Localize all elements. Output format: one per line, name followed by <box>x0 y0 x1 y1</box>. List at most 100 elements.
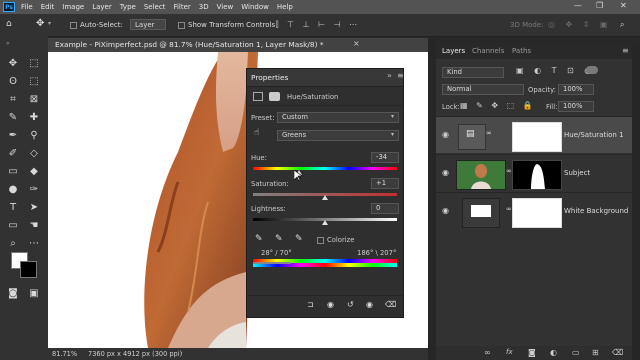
visibility-icon[interactable]: ◉ <box>366 300 373 309</box>
layer-filter-select[interactable]: Kind <box>442 67 504 78</box>
link-icon[interactable]: ∞ <box>486 129 492 137</box>
menu-image[interactable]: Image <box>62 3 84 11</box>
panel-menu-icon[interactable]: ≡ <box>622 46 629 55</box>
close-window-button[interactable]: ✕ <box>620 1 627 10</box>
status-menu-icon[interactable]: › <box>180 349 183 357</box>
visibility-eye-icon[interactable]: ◉ <box>442 206 449 215</box>
move-tool-icon[interactable]: ✥ <box>6 56 20 70</box>
new-layer-icon[interactable]: ⊞ <box>592 348 599 357</box>
artboard-tool-icon[interactable]: ⬚ <box>27 56 41 70</box>
opacity-input[interactable]: 100% <box>558 84 594 95</box>
hue-value-input[interactable]: -34 <box>371 152 399 163</box>
link-icon[interactable]: ∞ <box>506 167 512 175</box>
blur-tool-icon[interactable]: ◆ <box>27 164 41 178</box>
lightness-value-input[interactable]: 0 <box>371 203 399 214</box>
quick-mask-icon[interactable]: ◙ <box>6 286 20 300</box>
lasso-tool-icon[interactable]: ʘ <box>6 74 20 88</box>
subtract-from-sample-icon[interactable]: ✎ <box>295 234 303 244</box>
lightness-slider-thumb[interactable] <box>322 220 328 225</box>
screen-mode-icon[interactable]: ▣ <box>27 286 41 300</box>
clip-to-layer-icon[interactable]: ⊐ <box>307 300 314 309</box>
crop-tool-icon[interactable]: ⌗ <box>6 92 20 106</box>
type-tool-icon[interactable]: T <box>6 200 20 214</box>
link-layers-icon[interactable]: ∞ <box>484 348 491 357</box>
new-adjustment-icon[interactable]: ◐ <box>550 348 557 357</box>
photoshop-app-icon[interactable]: Ps <box>3 2 15 12</box>
layer-name[interactable]: Hue/Saturation 1 <box>564 131 624 139</box>
fx-icon[interactable]: fx <box>506 348 513 356</box>
zoom-level[interactable]: 81.71% <box>52 350 77 358</box>
lock-icons[interactable]: ▦ ✎ ✥ ⬚ 🔒 <box>460 101 536 110</box>
clone-stamp-icon[interactable]: ⚲ <box>27 128 41 142</box>
brush-tool-icon[interactable]: ✒ <box>6 128 20 142</box>
tab-channels[interactable]: Channels <box>472 47 504 55</box>
background-color-swatch[interactable] <box>20 261 37 278</box>
layer-mask-thumb[interactable] <box>512 122 562 152</box>
path-selection-icon[interactable]: ➤ <box>27 200 41 214</box>
add-to-sample-icon[interactable]: ✎ <box>275 234 283 244</box>
collapse-panel-icon[interactable]: » <box>387 71 392 80</box>
tab-paths[interactable]: Paths <box>512 47 531 55</box>
collapse-toolbar-icon[interactable]: » <box>6 40 10 47</box>
view-previous-icon[interactable]: ◉ <box>327 300 334 309</box>
search-icon[interactable]: ⌕ <box>620 20 624 30</box>
layer-filter-icons[interactable]: ▣ ◐ T ⊡ ◍ <box>516 66 595 75</box>
eyedropper-tool-icon[interactable]: ✎ <box>6 110 20 124</box>
menu-filter[interactable]: Filter <box>173 3 190 11</box>
channel-select[interactable]: Greens <box>277 130 399 141</box>
hand-tool-icon[interactable]: ☚ <box>27 218 41 232</box>
gradient-tool-icon[interactable]: ▭ <box>6 164 20 178</box>
eraser-tool-icon[interactable]: ◇ <box>27 146 41 160</box>
auto-select-checkbox[interactable] <box>70 22 77 29</box>
colorize-checkbox[interactable] <box>317 237 324 244</box>
saturation-slider-thumb[interactable] <box>322 195 328 200</box>
menu-type[interactable]: Type <box>120 3 136 11</box>
more-tools-icon[interactable]: ⋯ <box>27 236 41 250</box>
menu-select[interactable]: Select <box>144 3 166 11</box>
reset-icon[interactable]: ↺ <box>347 300 354 309</box>
eyedropper-icon[interactable]: ✎ <box>255 234 263 244</box>
tab-layers[interactable]: Layers <box>442 47 465 55</box>
close-document-icon[interactable]: × <box>353 39 360 48</box>
align-icons[interactable]: ⫿ ⊤ ⊥ ⊢ ⊣ ⋯ <box>276 20 360 30</box>
hue-slider-track[interactable] <box>253 167 397 170</box>
panel-menu-icon[interactable]: ≡ <box>397 71 404 80</box>
menu-layer[interactable]: Layer <box>92 3 112 11</box>
mask-icon[interactable] <box>269 92 280 101</box>
layer-row-hue-saturation[interactable]: ◉ ▤ ∞ Hue/Saturation 1 <box>436 116 632 153</box>
saturation-value-input[interactable]: +1 <box>371 178 399 189</box>
add-mask-icon[interactable]: ◙ <box>528 348 536 357</box>
maximize-button[interactable]: ❐ <box>596 1 603 10</box>
targeted-adjustment-icon[interactable]: ☝ <box>254 128 259 138</box>
dodge-tool-icon[interactable]: ● <box>6 182 20 196</box>
background-mask-thumb[interactable] <box>512 198 562 228</box>
menu-file[interactable]: File <box>21 3 33 11</box>
layer-name[interactable]: Subject <box>564 169 590 177</box>
rectangle-tool-icon[interactable]: ▭ <box>6 218 20 232</box>
move-tool-icon[interactable]: ✥ <box>36 18 44 29</box>
preset-select[interactable]: Custom <box>277 112 399 123</box>
blend-mode-select[interactable]: Normal <box>442 84 524 95</box>
menu-3d[interactable]: 3D <box>199 3 209 11</box>
menu-edit[interactable]: Edit <box>41 3 55 11</box>
zoom-tool-icon[interactable]: ⌕ <box>6 236 20 250</box>
menu-window[interactable]: Window <box>241 3 269 11</box>
home-icon[interactable]: ⌂ <box>6 19 12 29</box>
visibility-eye-icon[interactable]: ◉ <box>442 130 449 139</box>
trash-icon[interactable]: ⌫ <box>385 300 396 309</box>
solid-color-thumb[interactable] <box>462 198 500 228</box>
new-group-icon[interactable]: ▭ <box>572 348 580 357</box>
fill-input[interactable]: 100% <box>558 101 594 112</box>
properties-title[interactable]: Properties <box>251 73 288 82</box>
object-selection-icon[interactable]: ⬚ <box>27 74 41 88</box>
frame-tool-icon[interactable]: ⊠ <box>27 92 41 106</box>
range-slider-bar[interactable] <box>253 262 291 264</box>
subject-layer-thumb[interactable] <box>456 160 506 190</box>
auto-select-target-select[interactable]: Layer <box>130 19 166 30</box>
layer-row-subject[interactable]: ◉ ∞ Subject <box>436 154 632 191</box>
pen-tool-icon[interactable]: ✑ <box>27 182 41 196</box>
menu-view[interactable]: View <box>217 3 234 11</box>
menu-help[interactable]: Help <box>277 3 293 11</box>
show-transform-checkbox[interactable] <box>178 22 185 29</box>
trash-icon[interactable]: ⌫ <box>612 348 623 357</box>
